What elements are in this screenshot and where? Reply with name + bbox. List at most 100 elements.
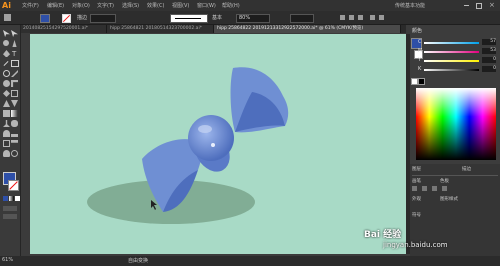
selection-tool-icon[interactable] (3, 30, 10, 37)
panel-action-icon[interactable] (412, 186, 417, 191)
pencil-tool-icon[interactable] (11, 70, 18, 77)
maximize-icon[interactable] (476, 3, 482, 9)
fill-color-swatch[interactable] (40, 14, 50, 23)
color-mode-icon[interactable] (3, 196, 8, 201)
menu-effect[interactable]: 效果(C) (147, 2, 164, 9)
channel-m-value[interactable]: 53 (482, 48, 496, 54)
menu-select[interactable]: 选择(S) (122, 2, 139, 9)
bow-knot-center (211, 143, 215, 147)
workspace-switcher[interactable]: 传统基本功能 (395, 2, 425, 9)
align-right-icon[interactable] (358, 15, 363, 20)
slice-tool-icon[interactable] (11, 140, 18, 143)
opacity-value: 80% (239, 15, 251, 21)
menu-type[interactable]: 文字(T) (97, 2, 114, 9)
perspective-grid-tool-icon[interactable] (11, 100, 18, 107)
document-tab-1[interactable]: 20140825154297520001.ai* (20, 25, 107, 33)
close-icon[interactable]: × (489, 1, 495, 9)
panel-section-appearance[interactable]: 外观 (412, 196, 421, 202)
hand-tool-icon[interactable] (3, 150, 10, 157)
document-tab-3[interactable]: hipp 25864822 20191213312922572000.ai* @… (214, 25, 401, 33)
direct-selection-tool-icon[interactable] (11, 30, 18, 37)
panel-action-icon[interactable] (432, 186, 437, 191)
color-panel-tab[interactable]: 颜色 (412, 27, 422, 34)
channel-y-value[interactable]: 0 (482, 57, 496, 63)
selection-indicator-icon (4, 14, 11, 21)
align-controls (340, 14, 400, 21)
menu-edit[interactable]: 编辑(E) (47, 2, 64, 9)
panel-section-stroke[interactable]: 描边 (462, 166, 471, 172)
watermark-logo: Bai 经验 (364, 230, 402, 240)
panel-section-symbols[interactable]: 符号 (412, 212, 421, 218)
document-tab-2[interactable]: hipp 25864821 20180514323700002.ai* (107, 25, 214, 33)
menu-help[interactable]: 帮助(H) (222, 2, 240, 9)
panel-section-graphic-styles[interactable]: 图形样式 (440, 196, 458, 202)
free-transform-tool-icon[interactable] (11, 90, 18, 97)
stroke-weight-field[interactable] (90, 14, 116, 23)
channel-m-label: M (418, 48, 423, 54)
white-swatch[interactable] (411, 78, 418, 85)
channel-c-value[interactable]: 57 (482, 39, 496, 45)
black-swatch[interactable] (418, 78, 425, 85)
artboard-tool-icon[interactable] (3, 140, 10, 147)
symbol-sprayer-tool-icon[interactable] (3, 130, 10, 137)
stroke-swatch[interactable] (8, 180, 19, 191)
screen-mode-icon[interactable] (3, 214, 17, 219)
stroke-preview-icon (175, 18, 201, 19)
stroke-color-swatch[interactable] (62, 14, 71, 23)
mesh-tool-icon[interactable] (3, 110, 10, 117)
eyedropper-tool-icon[interactable] (3, 120, 10, 127)
opacity-field[interactable]: 80% (236, 14, 270, 23)
type-tool-icon[interactable]: T (12, 50, 16, 58)
no-stroke-icon (9, 181, 18, 190)
line-tool-icon[interactable] (3, 61, 9, 66)
align-center-icon[interactable] (349, 15, 354, 20)
zoom-tool-icon[interactable] (11, 150, 18, 157)
color-spectrum[interactable] (416, 88, 496, 160)
style-select[interactable] (290, 14, 314, 23)
rectangle-tool-icon[interactable] (11, 60, 19, 67)
panel-action-icon[interactable] (442, 186, 447, 191)
magic-wand-tool-icon[interactable] (3, 40, 9, 46)
zoom-level[interactable]: 61% (2, 257, 13, 263)
panel-section-brushes[interactable]: 画笔 (412, 178, 421, 184)
menu-window[interactable]: 窗口(W) (197, 2, 216, 9)
align-left-icon[interactable] (340, 15, 345, 20)
illustration (87, 67, 289, 224)
channel-c-label: C (418, 39, 422, 45)
panel-section-layers[interactable]: 图层 (412, 166, 421, 172)
shape-builder-tool-icon[interactable] (3, 100, 10, 107)
column-graph-tool-icon[interactable] (11, 130, 18, 137)
gradient-mode-icon[interactable] (9, 196, 14, 201)
ellipse-tool-icon[interactable] (3, 70, 10, 77)
none-mode-icon[interactable] (15, 196, 20, 201)
align-top-icon[interactable] (370, 15, 375, 20)
align-middle-icon[interactable] (379, 15, 384, 20)
lasso-tool-icon[interactable] (12, 40, 17, 47)
warp-tool-icon[interactable] (3, 90, 10, 97)
channel-m-slider[interactable] (424, 51, 479, 53)
scale-tool-icon[interactable] (11, 80, 18, 87)
panel-icon-row (412, 186, 496, 192)
status-bar (0, 256, 500, 266)
rotate-tool-icon[interactable] (3, 80, 10, 87)
channel-k-label: K (418, 66, 422, 72)
channel-k-value[interactable]: 0 (482, 66, 496, 72)
no-stroke-icon (62, 14, 71, 23)
pen-tool-icon[interactable] (3, 50, 10, 57)
blend-tool-icon[interactable] (11, 120, 18, 127)
status-tool-text: 自由变换 (128, 258, 149, 264)
gradient-tool-icon[interactable] (11, 110, 18, 117)
menu-view[interactable]: 视图(V) (172, 2, 189, 9)
brush-definition-select[interactable] (170, 14, 208, 23)
channel-k-slider[interactable] (424, 69, 479, 71)
app-logo: Ai (2, 1, 11, 10)
menu-object[interactable]: 对象(O) (72, 2, 90, 9)
panel-section-swatches[interactable]: 色板 (440, 178, 449, 184)
channel-c-slider[interactable] (424, 42, 479, 44)
minimize-icon[interactable] (464, 5, 469, 6)
menu-file[interactable]: 文件(F) (22, 2, 39, 9)
draw-mode-icon[interactable] (3, 206, 17, 211)
channel-y-slider[interactable] (424, 60, 479, 62)
artboard-canvas[interactable] (30, 34, 406, 254)
panel-action-icon[interactable] (422, 186, 427, 191)
